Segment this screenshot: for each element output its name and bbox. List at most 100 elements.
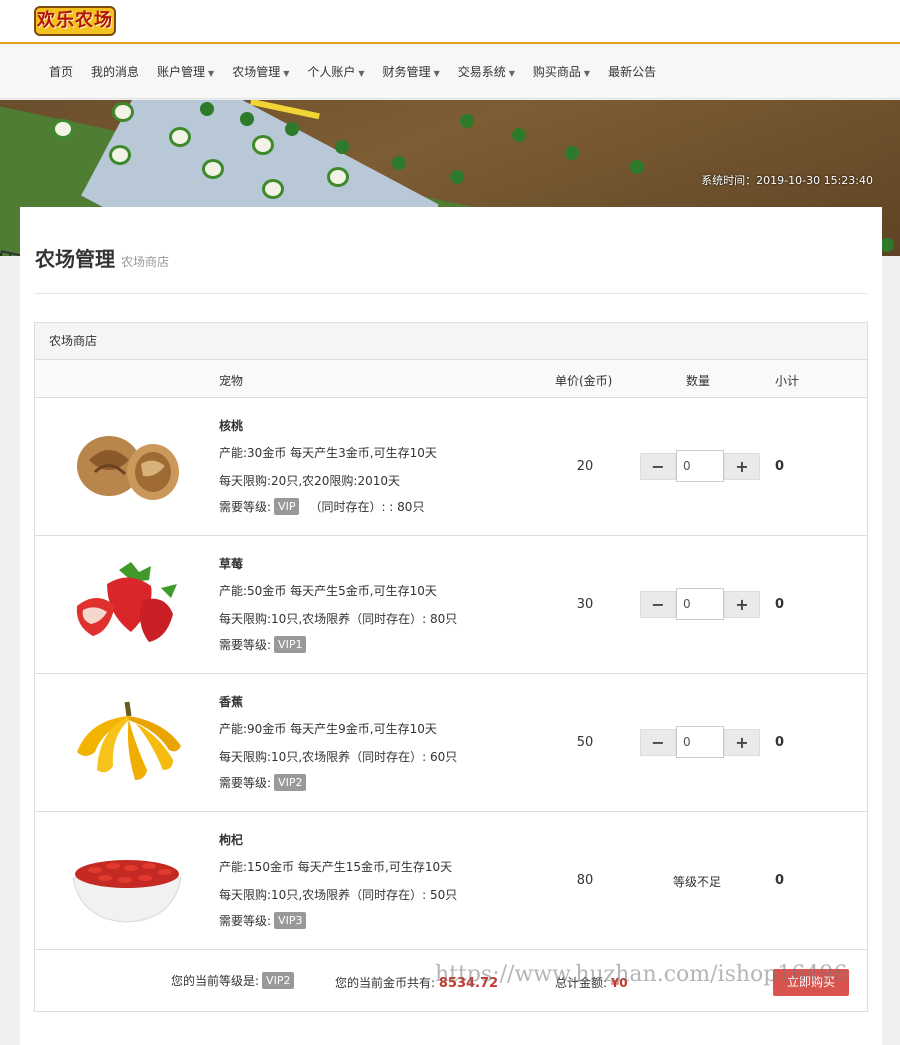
level-badge: VIP2 xyxy=(274,774,307,791)
logo[interactable]: 欢乐农场 xyxy=(34,6,116,36)
nav-item-label: 最新公告 xyxy=(608,64,657,79)
unit-price: 20 xyxy=(576,459,594,474)
nav-item-label: 账户管理 xyxy=(157,64,206,79)
col-pet: 宠物 xyxy=(219,374,244,388)
nav-item-label: 个人账户 xyxy=(307,64,356,79)
banner-tree xyxy=(450,170,464,184)
banner-tree xyxy=(565,146,579,160)
caret-down-icon: ▼ xyxy=(433,68,440,78)
level-label: 需要等级: xyxy=(219,914,272,928)
banner-plant xyxy=(112,148,128,162)
page-title: 农场管理 xyxy=(35,247,115,271)
banner-plant xyxy=(330,170,346,184)
product-yield: 产能:30金币 每天产生3金币,可生存10天 xyxy=(219,446,437,460)
product-level: 需要等级: VIP1 xyxy=(219,636,307,653)
caret-down-icon: ▼ xyxy=(358,68,365,78)
banner-tree xyxy=(880,238,894,252)
nav-item-3[interactable]: 农场管理 ▼ xyxy=(232,63,289,80)
nav-item-6[interactable]: 交易系统 ▼ xyxy=(458,63,515,80)
page-subtitle: 农场商店 xyxy=(121,255,170,269)
unit-price: 50 xyxy=(576,735,594,750)
quantity-stepper: −+ xyxy=(640,726,760,758)
plus-icon[interactable]: + xyxy=(724,728,760,756)
banana-image xyxy=(69,696,185,788)
row-subtotal: 0 xyxy=(775,873,785,888)
main-content: 农场管理 农场商店 农场商店 宠物 单价(金币) 数量 小计 核桃 产能:30金币… xyxy=(20,207,882,1045)
gold-label: 您的当前金币共有: xyxy=(335,976,436,990)
goji-image xyxy=(69,834,185,926)
strawberry-image xyxy=(69,558,185,650)
caret-down-icon: ▼ xyxy=(283,68,290,78)
nav-item-8[interactable]: 最新公告 xyxy=(608,63,656,80)
plus-icon[interactable]: + xyxy=(724,590,760,618)
minus-icon[interactable]: − xyxy=(640,452,676,480)
col-subtotal: 小计 xyxy=(775,374,800,388)
product-name: 枸杞 xyxy=(219,833,244,847)
level-extra: （同时存在）: : 80只 xyxy=(309,500,425,514)
table-row: 香蕉产能:90金币 每天产生9金币,可生存10天每天限购:10只,农场限养（同时… xyxy=(35,674,867,812)
main-nav: 首页 我的消息 账户管理 ▼ 农场管理 ▼ 个人账户 ▼ 财务管理 ▼ 交易系统 ▼ 购买商品 ▼ 最新公告 xyxy=(0,44,900,99)
panel-title: 农场商店 xyxy=(35,323,867,360)
gold-balance: 您的当前金币共有: 8534.72 xyxy=(335,974,498,991)
minus-icon[interactable]: − xyxy=(640,728,676,756)
banner-plant xyxy=(255,138,271,152)
banner-tree xyxy=(240,112,254,126)
product-yield: 产能:90金币 每天产生9金币,可生存10天 xyxy=(219,722,437,736)
banner-tree xyxy=(335,140,349,154)
table-row: 草莓 产能:50金币 每天产生5金币,可生存10天 每天限购:10只,农场限养（同时… xyxy=(35,536,867,674)
banner-tree xyxy=(200,102,214,116)
nav-item-label: 农场管理 xyxy=(232,64,281,79)
quantity-input[interactable] xyxy=(676,726,724,758)
level-badge: VIP xyxy=(274,498,300,515)
quantity-input[interactable] xyxy=(676,450,724,482)
nav-item-5[interactable]: 财务管理 ▼ xyxy=(383,63,440,80)
nav-item-2[interactable]: 账户管理 ▼ xyxy=(157,63,214,80)
current-level-label: 您的当前等级是: xyxy=(171,974,260,988)
product-name: 香蕉 xyxy=(219,695,244,709)
row-subtotal: 0 xyxy=(775,459,785,474)
nav-item-1[interactable]: 我的消息 xyxy=(91,63,139,80)
level-label: 需要等级: xyxy=(219,500,272,514)
banner-plant xyxy=(172,130,188,144)
caret-down-icon: ▼ xyxy=(208,68,215,78)
plus-icon[interactable]: + xyxy=(724,452,760,480)
nav-item-label: 我的消息 xyxy=(91,64,140,79)
unit-price: 30 xyxy=(576,597,594,612)
nav-item-4[interactable]: 个人账户 ▼ xyxy=(307,63,364,80)
gold-value: 8534.72 xyxy=(438,976,499,991)
table-row: 核桃产能:30金币 每天产生3金币,可生存10天 每天限购:20只,农20限购:2… xyxy=(35,398,867,536)
nav-item-label: 首页 xyxy=(49,64,74,79)
nav-item-label: 财务管理 xyxy=(382,64,431,79)
system-time: 系统时间：2019-10-30 15:23:40 xyxy=(701,174,873,187)
nav-item-7[interactable]: 购买商品 ▼ xyxy=(533,63,590,80)
row-subtotal: 0 xyxy=(775,597,785,612)
banner-tree xyxy=(512,128,526,142)
banner-tree xyxy=(460,114,474,128)
product-limit: 每天限购:20只,农20限购:2010天 xyxy=(219,474,400,488)
product-yield: 产能:150金币 每天产生15金币,可生存10天 xyxy=(219,860,453,874)
level-badge: VIP3 xyxy=(274,912,307,929)
banner-tree xyxy=(630,160,644,174)
page-header: 农场管理 农场商店 xyxy=(35,243,169,272)
total-label: 总计金额: xyxy=(555,976,608,990)
minus-icon[interactable]: − xyxy=(640,590,676,618)
col-qty: 数量 xyxy=(686,374,711,388)
banner-tree xyxy=(392,156,406,170)
level-label: 需要等级: xyxy=(219,638,272,652)
unit-price: 80 xyxy=(576,873,594,888)
quantity-stepper: −+ xyxy=(640,588,760,620)
buy-now-button[interactable]: 立即购买 xyxy=(773,969,849,996)
product-limit: 每天限购:10只,农场限养（同时存在）: 60只 xyxy=(219,750,458,764)
shop-panel: 农场商店 宠物 单价(金币) 数量 小计 核桃 产能:30金币 每天产生3金币,可… xyxy=(34,322,868,1012)
current-level: 您的当前等级是: VIP2 xyxy=(171,972,295,989)
product-name: 核桃 xyxy=(219,419,244,433)
product-limit: 每天限购:10只,农场限养（同时存在）: 80只 xyxy=(219,612,458,626)
walnut-image xyxy=(69,420,185,512)
quantity-input[interactable] xyxy=(676,588,724,620)
banner-plant xyxy=(115,105,131,119)
row-subtotal: 0 xyxy=(775,735,785,750)
level-insufficient: 等级不足 xyxy=(673,875,722,889)
divider xyxy=(35,293,867,294)
nav-item-0[interactable]: 首页 xyxy=(49,63,73,80)
product-level: 需要等级: VIP （同时存在）: : 80只 xyxy=(219,498,424,515)
